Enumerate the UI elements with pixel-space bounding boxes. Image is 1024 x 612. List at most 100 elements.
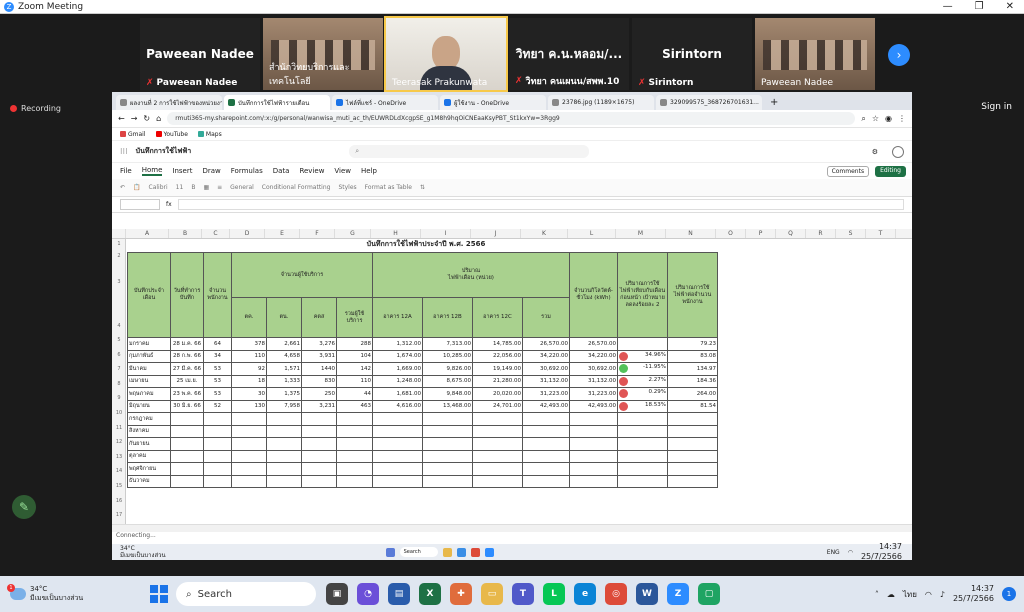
table-cell[interactable]: 1,674.00	[372, 349, 423, 363]
table-cell[interactable]: 463	[336, 399, 373, 413]
table-cell[interactable]	[667, 462, 718, 476]
table-cell[interactable]	[422, 474, 473, 488]
table-cell[interactable]: กุมภาพันธ์	[127, 349, 171, 363]
column-header[interactable]: J	[471, 229, 521, 238]
table-cell[interactable]: 1,248.00	[372, 374, 423, 388]
table-cell[interactable]	[372, 412, 423, 426]
table-cell[interactable]	[231, 474, 267, 488]
windows-start-icon[interactable]	[150, 585, 168, 603]
horizontal-scrollbar[interactable]	[112, 524, 912, 532]
app-launcher-icon[interactable]: ⁝⁝⁝	[120, 147, 128, 156]
table-cell[interactable]: 92	[231, 362, 267, 376]
row-header[interactable]: 14	[112, 468, 126, 474]
table-cell[interactable]	[522, 449, 570, 463]
column-header[interactable]: Q	[776, 229, 806, 238]
weather-widget[interactable]: 1 34°C มีเมฆเป็นบางส่วน	[0, 584, 150, 603]
table-cell[interactable]	[472, 412, 523, 426]
chat-icon[interactable]: ◔	[357, 583, 379, 605]
font-name-select[interactable]: Calibri	[149, 184, 168, 191]
column-header[interactable]: P	[746, 229, 776, 238]
table-cell[interactable]: 26,570.00	[569, 337, 618, 351]
recording-indicator[interactable]: Recording	[10, 104, 61, 113]
row-header[interactable]: 9	[112, 395, 126, 401]
table-cell[interactable]: 134.97	[667, 362, 718, 376]
table-cell[interactable]: พฤศจิกายน	[127, 462, 171, 476]
table-cell[interactable]	[522, 412, 570, 426]
browser-tab[interactable]: ไฟล์ที่แชร์ - OneDrive	[332, 95, 438, 110]
table-cell[interactable]	[372, 437, 423, 451]
column-header[interactable]: L	[568, 229, 616, 238]
table-cell[interactable]: 3,276	[301, 337, 337, 351]
table-cell[interactable]: 4,658	[266, 349, 302, 363]
table-cell[interactable]	[667, 437, 718, 451]
participant-tile[interactable]: Sirintorn ✗ Sirintorn	[632, 18, 752, 90]
tray-clock[interactable]: 14:37 25/7/2566	[953, 584, 994, 604]
search-input[interactable]: ⌕	[349, 145, 590, 158]
row-header[interactable]: 13	[112, 454, 126, 460]
table-cell[interactable]	[266, 462, 302, 476]
table-cell[interactable]: 13,468.00	[422, 399, 473, 413]
task-view-icon[interactable]: ▣	[326, 583, 348, 605]
table-cell[interactable]: 14,785.00	[472, 337, 523, 351]
app-icon[interactable]: ✚	[450, 583, 472, 605]
file-explorer-icon[interactable]	[442, 547, 452, 557]
next-participants-button[interactable]: ›	[888, 44, 910, 66]
table-cell[interactable]: 7,958	[266, 399, 302, 413]
bookmark-gmail[interactable]: Gmail	[120, 131, 146, 138]
table-cell[interactable]: 830	[301, 374, 337, 388]
row-header[interactable]: 5	[112, 337, 126, 343]
table-cell[interactable]: 1,333	[266, 374, 302, 388]
table-cell[interactable]	[569, 449, 618, 463]
url-input[interactable]: rmuti365-my.sharepoint.com/:x:/g/persona…	[167, 112, 856, 125]
table-cell[interactable]	[569, 412, 618, 426]
column-header[interactable]: E	[265, 229, 300, 238]
table-cell[interactable]	[472, 437, 523, 451]
row-header[interactable]: 2	[112, 253, 126, 259]
forward-icon[interactable]: →	[131, 114, 138, 123]
tab-view[interactable]: View	[334, 167, 351, 175]
table-cell[interactable]: 22,056.00	[472, 349, 523, 363]
table-cell[interactable]	[617, 337, 668, 351]
row-header[interactable]: 16	[112, 498, 126, 504]
table-cell[interactable]: มิถุนายน	[127, 399, 171, 413]
sort-filter-icon[interactable]: ⇅	[420, 184, 425, 191]
table-cell[interactable]	[522, 462, 570, 476]
font-size-select[interactable]: 11	[176, 184, 184, 191]
editing-mode-button[interactable]: Editing	[875, 165, 906, 177]
row-header[interactable]: 8	[112, 381, 126, 387]
table-cell[interactable]	[372, 474, 423, 488]
table-cell[interactable]	[522, 437, 570, 451]
table-cell[interactable]	[372, 462, 423, 476]
row-header[interactable]: 6	[112, 352, 126, 358]
table-cell[interactable]	[667, 424, 718, 438]
taskbar-search[interactable]: Search	[399, 547, 438, 557]
table-cell[interactable]: 184.36	[667, 374, 718, 388]
table-cell[interactable]: 31,223.00	[569, 387, 618, 401]
participant-tile[interactable]: Paweean Nadee ✗ Paweean Nadee	[140, 18, 260, 90]
table-cell[interactable]: 64	[203, 337, 232, 351]
table-cell[interactable]	[569, 474, 618, 488]
table-cell[interactable]	[203, 474, 232, 488]
table-cell[interactable]: 44	[336, 387, 373, 401]
column-header[interactable]: I	[421, 229, 471, 238]
column-header[interactable]: M	[616, 229, 666, 238]
tab-review[interactable]: Review	[299, 167, 324, 175]
tab-draw[interactable]: Draw	[202, 167, 220, 175]
number-format-select[interactable]: General	[230, 184, 254, 191]
bold-icon[interactable]: B	[191, 184, 195, 191]
column-header[interactable]: R	[806, 229, 836, 238]
undo-icon[interactable]: ↶	[120, 184, 125, 191]
participant-tile[interactable]: Paweean Nadee	[755, 18, 875, 90]
new-tab-button[interactable]: +	[764, 97, 784, 110]
table-cell[interactable]	[617, 412, 668, 426]
table-cell[interactable]: 53	[203, 362, 232, 376]
table-cell[interactable]	[266, 437, 302, 451]
table-cell[interactable]: 20,020.00	[472, 387, 523, 401]
table-cell[interactable]	[170, 437, 204, 451]
tab-formulas[interactable]: Formulas	[231, 167, 263, 175]
store-icon[interactable]: ▤	[388, 583, 410, 605]
align-icon[interactable]: ≡	[217, 184, 222, 191]
row-header[interactable]: 15	[112, 483, 126, 489]
notification-badge[interactable]: 1	[1002, 587, 1016, 601]
table-cell[interactable]	[301, 437, 337, 451]
